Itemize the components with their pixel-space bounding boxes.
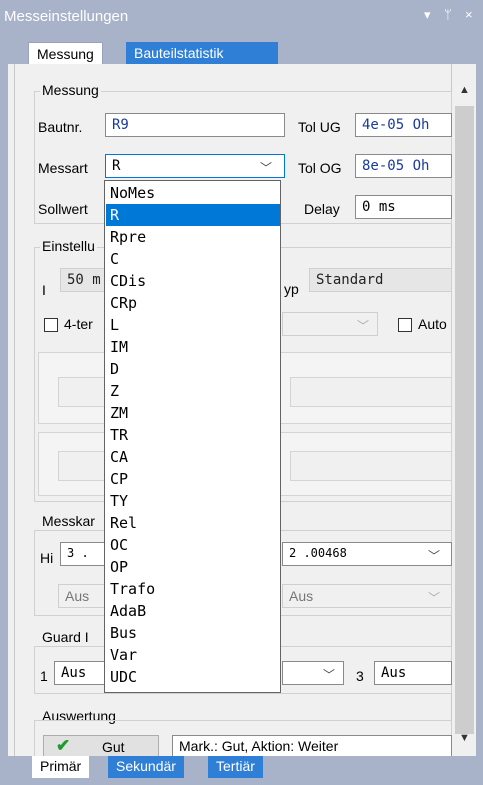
- einstellung-group-title: Einstellu: [40, 238, 97, 254]
- auto-label: Auto: [418, 316, 447, 332]
- gut-label: Gut: [102, 739, 125, 755]
- tab-sekundaer[interactable]: Sekundär: [108, 756, 184, 778]
- chevron-down-icon: ﹀: [323, 668, 336, 682]
- typ-label: yp: [284, 281, 299, 297]
- window-frame-left: [0, 32, 8, 785]
- chevron-down-icon: ﹀: [357, 319, 370, 333]
- delay-input[interactable]: 0 ms: [355, 195, 452, 219]
- dropdown-option[interactable]: L: [106, 314, 280, 336]
- lo-select[interactable]: 2 .00468 ﹀: [282, 542, 452, 566]
- guard-1-label: 1: [40, 668, 48, 684]
- close-icon[interactable]: ×: [465, 7, 473, 22]
- dropdown-option[interactable]: OC: [106, 534, 280, 556]
- aus-left-select: Aus: [58, 584, 108, 608]
- measurement-settings-window: Messeinstellungen ▾ ᛘ × Messung Bauteils…: [0, 0, 483, 785]
- lo-value: 2 .00468: [289, 546, 347, 560]
- chevron-down-icon: ﹀: [428, 549, 441, 563]
- dropdown-option[interactable]: Z: [106, 380, 280, 402]
- dropdown-option[interactable]: TR: [106, 424, 280, 446]
- guard-group-title: Guard I: [40, 629, 91, 645]
- dropdown-option[interactable]: ZM: [106, 402, 280, 424]
- tol-ug-input[interactable]: 4e-05 Oh: [355, 113, 452, 137]
- tol-og-input[interactable]: 8e-05 Oh: [355, 154, 452, 178]
- guard-1-select[interactable]: Aus: [54, 661, 108, 685]
- window-frame-bottom: [0, 778, 483, 785]
- typ-select[interactable]: Standard: [309, 268, 452, 292]
- dropdown-option[interactable]: Rpre: [106, 226, 280, 248]
- dropdown-option[interactable]: Var: [106, 644, 280, 666]
- messung-group-title: Messung: [40, 82, 101, 98]
- chevron-down-icon: ﹀: [428, 591, 441, 605]
- messart-dropdown-list[interactable]: NoMes R Rpre C CDis CRp L IM D Z ZM TR CA CP TY Rel OC OP…: [104, 180, 281, 693]
- dropdown-option[interactable]: UDC: [106, 666, 280, 688]
- dropdown-option[interactable]: CRp: [106, 292, 280, 314]
- dropdown-option[interactable]: CP: [106, 468, 280, 490]
- messart-label: Messart: [38, 160, 88, 176]
- disabled-select: ﹀: [282, 312, 378, 336]
- sollwert-label: Sollwert: [38, 201, 88, 217]
- dropdown-option[interactable]: TY: [106, 490, 280, 512]
- dropdown-option[interactable]: AdaB: [106, 600, 280, 622]
- aus-right-value: Aus: [289, 588, 314, 604]
- top-tab-strip: Messung Bauteilstatistik: [8, 32, 476, 64]
- setting-button-1-right[interactable]: [290, 377, 452, 407]
- setting-button-2-right[interactable]: [290, 451, 452, 481]
- dropdown-option[interactable]: CA: [106, 446, 280, 468]
- dropdown-option[interactable]: CDis: [106, 270, 280, 292]
- hi-label: Hi: [40, 550, 54, 566]
- dropdown-option[interactable]: IM: [106, 336, 280, 358]
- setting-button-2-left[interactable]: [58, 451, 108, 481]
- messkanal-group-title: Messkar: [40, 513, 97, 529]
- tab-bauteilstatistik[interactable]: Bauteilstatistik: [126, 42, 278, 64]
- title-bar: Messeinstellungen ▾ ᛘ ×: [0, 0, 483, 32]
- tol-ug-label: Tol UG: [298, 119, 341, 135]
- dropdown-option[interactable]: NoMes: [106, 182, 280, 204]
- chevron-down-icon: ﹀: [260, 161, 273, 175]
- bautnr-label: Bautnr.: [38, 119, 83, 135]
- dropdown-option[interactable]: C: [106, 248, 280, 270]
- check-icon: ✔: [56, 736, 71, 755]
- dropdown-option[interactable]: Rel: [106, 512, 280, 534]
- bautnr-input[interactable]: R9: [105, 113, 285, 137]
- dropdown-menu-icon[interactable]: ▾: [424, 7, 431, 23]
- setting-button-1-left[interactable]: [58, 377, 108, 407]
- tab-messung[interactable]: Messung: [28, 42, 103, 64]
- dropdown-option[interactable]: Bus: [106, 622, 280, 644]
- guard-3-label: 3: [356, 668, 364, 684]
- auto-checkbox[interactable]: [398, 318, 412, 332]
- window-frame-right: [476, 32, 483, 785]
- aus-right-select: Aus ﹀: [282, 584, 452, 608]
- dropdown-option[interactable]: Trafo: [106, 578, 280, 600]
- tol-og-label: Tol OG: [298, 160, 342, 176]
- tab-tertiaer[interactable]: Tertiär: [208, 756, 263, 778]
- pin-icon[interactable]: ᛘ: [444, 7, 452, 22]
- delay-label: Delay: [304, 201, 340, 217]
- vertical-scrollbar[interactable]: ▲ ▼: [452, 64, 476, 756]
- messart-selected-value: R: [112, 158, 121, 174]
- messart-select[interactable]: R ﹀: [105, 154, 285, 178]
- dropdown-option[interactable]: OP: [106, 556, 280, 578]
- scrollbar-thumb[interactable]: [455, 106, 474, 734]
- i-label: I: [42, 282, 46, 298]
- guard-2-select[interactable]: ﹀: [282, 661, 344, 685]
- bottom-tab-strip: Primär Sekundär Tertiär: [8, 756, 476, 778]
- scroll-down-icon[interactable]: ▼: [459, 732, 470, 744]
- tab-primaer[interactable]: Primär: [32, 756, 90, 778]
- window-title: Messeinstellungen: [4, 8, 129, 25]
- four-terminal-label: 4-ter: [64, 316, 93, 332]
- guard-3-select[interactable]: Aus: [374, 661, 452, 685]
- dropdown-option[interactable]: R: [106, 204, 280, 226]
- gut-button[interactable]: ✔ Gut: [43, 735, 159, 757]
- four-terminal-checkbox[interactable]: [44, 318, 58, 332]
- dropdown-option[interactable]: D: [106, 358, 280, 380]
- hi-input[interactable]: 3 .: [60, 542, 108, 566]
- mark-field: Mark.: Gut, Aktion: Weiter: [172, 735, 452, 757]
- scroll-up-icon[interactable]: ▲: [459, 84, 470, 96]
